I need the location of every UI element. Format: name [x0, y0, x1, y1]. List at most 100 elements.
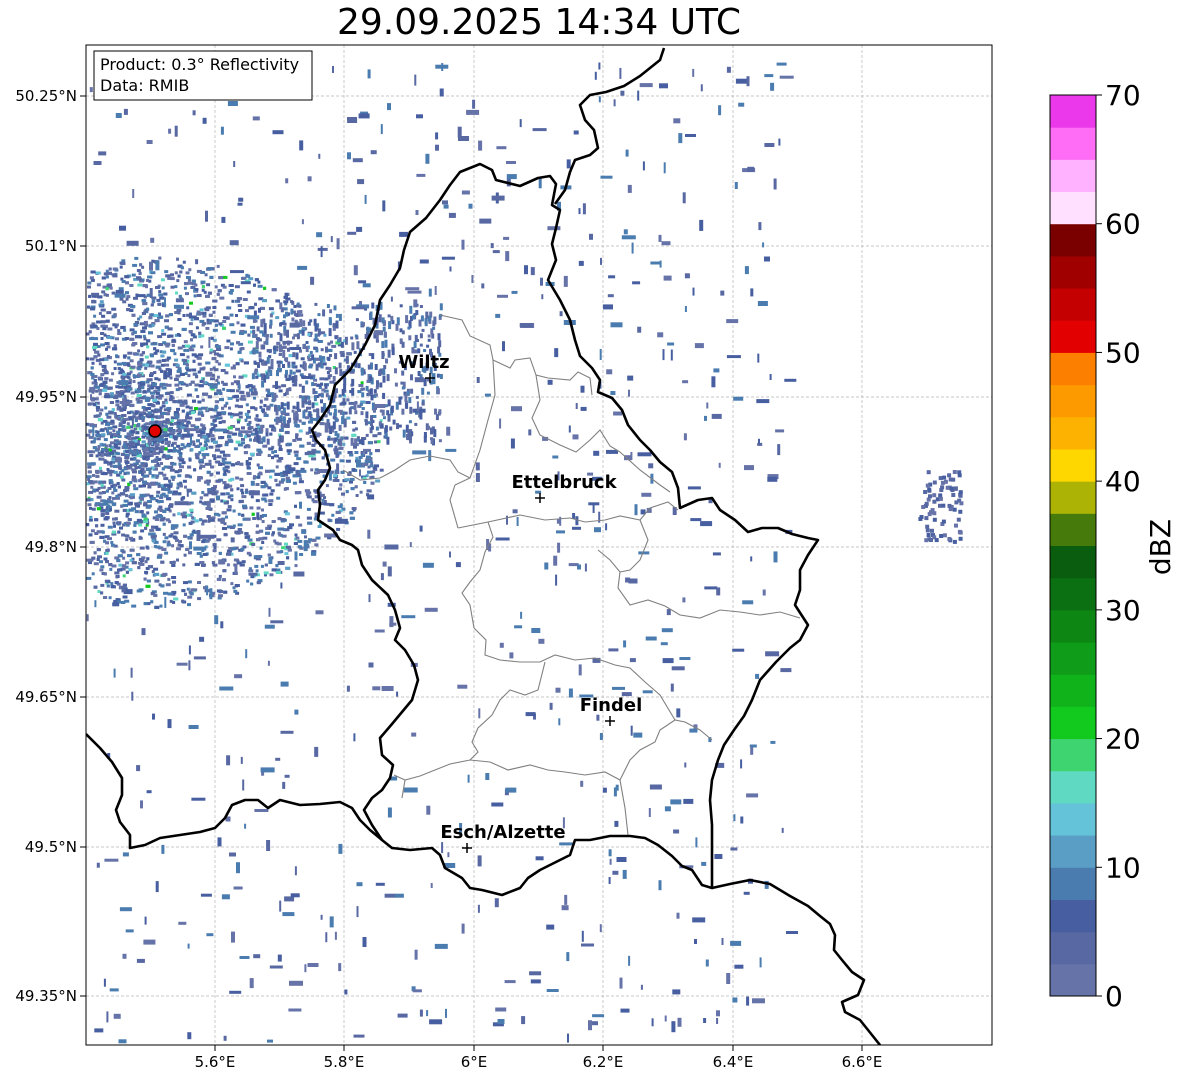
radar-echo-pixel	[142, 474, 148, 478]
radar-echo-pixel	[298, 329, 302, 334]
radar-echo-pixel	[101, 433, 106, 437]
radar-echo-pixel	[329, 427, 333, 434]
radar-echo-pixel	[191, 368, 197, 372]
radar-echo-pixel	[199, 466, 202, 470]
radar-echo-pixel	[131, 313, 136, 317]
radar-echo-pixel	[387, 314, 391, 318]
radar-echo-pixel	[234, 285, 240, 289]
radar-echo-pixel	[143, 390, 146, 394]
radar-echo-pixel	[132, 189, 135, 198]
radar-echo-pixel	[432, 326, 436, 330]
radar-echo-pixel	[607, 294, 614, 298]
radar-echo-pixel	[89, 276, 94, 280]
radar-echo-pixel	[237, 350, 242, 354]
radar-echo-pixel	[134, 466, 138, 470]
radar-echo-pixel	[152, 398, 158, 402]
radar-echo-pixel	[133, 296, 138, 300]
radar-echo-pixel	[122, 564, 127, 568]
radar-echo-pixel	[286, 442, 292, 446]
radar-echo-pixel	[140, 342, 145, 346]
radar-echo-pixel	[425, 311, 429, 319]
radar-echo-pixel	[242, 298, 248, 301]
radar-echo-pixel	[109, 508, 112, 512]
radar-echo-pixel	[438, 439, 442, 443]
radar-echo-pixel	[256, 326, 260, 332]
radar-echo-pixel	[279, 333, 283, 342]
radar-echo-pixel	[92, 474, 96, 477]
radar-echo-pixel	[93, 585, 98, 589]
radar-echo-pixel	[259, 405, 263, 409]
radar-echo-pixel	[407, 326, 411, 330]
radar-echo-pixel	[127, 387, 133, 391]
radar-echo-pixel	[142, 302, 148, 306]
radar-echo-pixel	[419, 305, 423, 308]
radar-echo-pixel	[110, 419, 115, 423]
radar-echo-pixel	[222, 382, 228, 386]
radar-echo-pixel	[218, 594, 223, 598]
radar-echo-pixel	[97, 445, 101, 448]
radar-echo-pixel	[125, 570, 129, 574]
radar-echo-pixel	[86, 576, 92, 580]
radar-echo-pixel	[98, 376, 103, 380]
radar-echo-pixel	[128, 378, 132, 382]
radar-echo-pixel	[380, 423, 384, 429]
radar-echo-pixel	[313, 318, 317, 326]
radar-echo-pixel	[101, 290, 106, 294]
radar-echo-pixel	[369, 452, 373, 456]
radar-echo-pixel	[281, 384, 287, 388]
radar-echo-pixel	[174, 377, 178, 381]
radar-echo-pixel	[205, 371, 213, 377]
radar-echo-pixel	[201, 453, 206, 457]
radar-echo-pixel	[350, 487, 355, 491]
radar-echo-pixel	[163, 428, 168, 432]
radar-echo-pixel	[129, 481, 133, 484]
radar-echo-pixel	[338, 487, 342, 491]
radar-echo-pixel	[182, 515, 187, 519]
radar-echo-pixel	[255, 569, 259, 573]
radar-echo-pixel	[344, 336, 348, 345]
radar-echo-pixel	[238, 411, 243, 415]
radar-echo-pixel	[334, 431, 338, 436]
radar-echo-pixel	[120, 452, 125, 456]
radar-echo-pixel	[148, 532, 154, 536]
radar-echo-pixel	[176, 425, 181, 428]
radar-echo-pixel	[284, 542, 288, 546]
radar-echo-pixel	[131, 561, 137, 565]
radar-echo-pixel	[88, 330, 92, 334]
radar-echo-pixel	[245, 462, 251, 466]
radar-echo-pixel	[118, 287, 124, 291]
radar-echo-pixel	[245, 309, 249, 313]
radar-echo-pixel	[186, 348, 190, 352]
radar-echo-pixel	[175, 374, 181, 378]
radar-echo-pixel	[246, 415, 251, 419]
radar-echo-pixel	[353, 402, 357, 410]
radar-echo-pixel	[101, 509, 106, 513]
radar-echo-pixel	[104, 516, 110, 520]
radar-echo-pixel	[256, 581, 261, 585]
radar-echo-pixel	[91, 300, 97, 304]
radar-echo-pixel	[150, 600, 154, 604]
radar-echo-pixel	[382, 326, 386, 332]
radar-echo-pixel	[299, 553, 304, 556]
radar-echo-pixel	[132, 330, 137, 334]
radar-echo-pixel	[246, 517, 251, 521]
radar-echo-pixel	[271, 531, 275, 535]
radar-echo-pixel	[144, 355, 149, 359]
radar-echo-pixel	[124, 456, 130, 460]
radar-echo-pixel	[182, 479, 187, 483]
radar-echo-pixel	[198, 384, 204, 388]
radar-echo-pixel	[334, 451, 339, 455]
radar-echo-pixel	[224, 346, 230, 350]
radar-echo-pixel	[121, 361, 127, 365]
radar-echo-pixel	[142, 470, 146, 474]
radar-echo-pixel	[133, 523, 137, 527]
radar-echo-pixel	[146, 557, 150, 561]
radar-echo-pixel	[175, 538, 179, 542]
radar-echo-pixel	[323, 333, 327, 337]
radar-echo-pixel	[352, 420, 357, 424]
radar-echo-pixel	[98, 480, 103, 484]
radar-echo-pixel	[236, 559, 240, 563]
radar-echo-pixel	[105, 287, 109, 291]
radar-echo-pixel	[325, 484, 329, 488]
radar-echo-pixel	[144, 323, 149, 327]
